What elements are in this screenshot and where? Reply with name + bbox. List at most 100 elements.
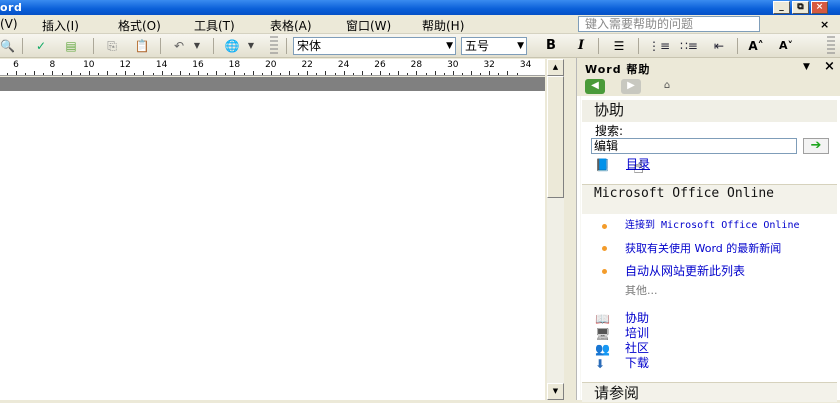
grow-font-button[interactable]: A˄ [745, 37, 767, 55]
menu-format[interactable]: 格式(O) [118, 17, 161, 34]
ruler-margin [0, 77, 545, 91]
ruler-tick [243, 73, 245, 75]
ruler-tick [361, 71, 363, 75]
scroll-up-arrow-icon[interactable]: ▲ [547, 59, 564, 76]
shrink-font-button[interactable]: A˅ [775, 37, 797, 55]
ruler-tick [398, 71, 400, 75]
ruler-number: 12 [119, 60, 131, 70]
online-link-connect[interactable]: 连接到 Microsoft Office Online [625, 221, 830, 231]
paste-icon[interactable]: 📋 [131, 37, 153, 55]
copy-icon[interactable]: ⎘ [101, 37, 123, 55]
online-link-update[interactable]: 自动从网站更新此列表 [625, 265, 745, 277]
menu-table[interactable]: 表格(A) [270, 17, 312, 34]
search-go-arrow-icon[interactable]: ➔ [803, 138, 829, 154]
horizontal-ruler[interactable]: 6 8 10 12 14 16 18 20 22 24 26 28 30 32 34 [0, 59, 545, 76]
decrease-indent-icon[interactable]: ⇤ [708, 37, 730, 55]
ruler-tick [125, 71, 127, 75]
ruler-number: 24 [337, 60, 350, 70]
ruler-tick [234, 71, 236, 75]
training-icon: 🖥 [595, 327, 611, 341]
ruler-tick [343, 71, 345, 75]
bulleted-list-icon[interactable]: ∷≡ [678, 37, 700, 55]
undo-icon[interactable]: ↶ [168, 37, 190, 55]
resource-link-download[interactable]: 下载 [625, 357, 649, 369]
pane-menu-dropdown-icon[interactable]: ▼ [803, 62, 810, 72]
numbered-list-icon[interactable]: ⋮≡ [648, 37, 670, 55]
document-page[interactable] [0, 91, 545, 400]
ruler-tick [334, 73, 336, 75]
ruler-tick [434, 71, 436, 75]
ruler-tick [6, 73, 8, 75]
ruler-tick [43, 73, 45, 75]
back-arrow-icon[interactable]: ◀ [585, 79, 605, 94]
menu-insert[interactable]: 插入(I) [42, 17, 79, 34]
font-name-value: 宋体 [297, 39, 322, 53]
ruler-tick [25, 73, 27, 75]
close-button[interactable]: × [811, 1, 828, 14]
menu-window[interactable]: 窗口(W) [346, 17, 391, 34]
download-icon: ⬇ [595, 357, 606, 371]
menu-help[interactable]: 帮助(H) [422, 17, 464, 34]
online-link-news[interactable]: 获取有关使用 Word 的最新新闻 [625, 243, 835, 254]
resource-link-training[interactable]: 培训 [625, 327, 649, 339]
ruler-tick [380, 71, 381, 75]
vertical-scrollbar[interactable]: ▲ ▼ [547, 59, 564, 400]
ruler-number: 14 [155, 60, 168, 70]
ruler-tick [170, 73, 172, 75]
ruler-tick [16, 71, 17, 75]
align-justify-icon[interactable]: ☰ [608, 37, 630, 55]
ruler-number: 22 [301, 60, 313, 70]
ruler-tick [179, 71, 181, 75]
web-globe-icon[interactable]: 🌐 [220, 37, 244, 55]
ruler-tick [443, 73, 445, 75]
ruler-number: 10 [83, 60, 95, 70]
menu-view[interactable]: (V) [0, 17, 18, 31]
separator [598, 38, 599, 54]
ruler-number: 32 [483, 60, 495, 70]
web-dropdown-icon[interactable]: ▼ [246, 37, 256, 55]
menu-tools[interactable]: 工具(T) [194, 17, 235, 34]
resource-link-assist[interactable]: 协助 [625, 312, 649, 324]
toolbar-grip[interactable] [270, 36, 278, 56]
ruler-tick [79, 73, 81, 75]
undo-dropdown-icon[interactable]: ▼ [192, 37, 202, 55]
ruler-tick [161, 71, 163, 75]
toolbar-grip[interactable] [827, 36, 835, 56]
minimize-button[interactable]: _ [773, 1, 790, 14]
pane-navigation: ◀ ▶ ⌂ [577, 78, 840, 96]
pane-title: Word 帮助 [585, 63, 651, 76]
search-input[interactable]: 编辑 [591, 138, 797, 154]
separator [286, 38, 287, 54]
ruler-number: 30 [447, 60, 459, 70]
print-preview-icon[interactable]: 🔍 [0, 37, 15, 55]
ruler-tick [370, 73, 372, 75]
resource-link-community[interactable]: 社区 [625, 342, 649, 354]
document-close-button[interactable]: × [820, 18, 829, 31]
ruler-tick [289, 71, 290, 75]
scroll-down-arrow-icon[interactable]: ▼ [547, 383, 564, 400]
ruler-tick [252, 71, 254, 75]
font-name-select[interactable]: 宋体 ▼ [293, 37, 456, 55]
bullet-icon [602, 224, 607, 229]
pane-close-button[interactable]: × [824, 59, 835, 74]
scroll-thumb[interactable] [547, 76, 564, 198]
spelling-icon[interactable]: ✓ [30, 37, 52, 55]
separator [160, 38, 161, 54]
restore-button[interactable]: ⧉ [792, 1, 809, 14]
ruler-tick [134, 73, 136, 75]
help-question-input[interactable]: 键入需要帮助的问题 [578, 16, 760, 32]
italic-button[interactable]: I [570, 37, 592, 55]
research-icon[interactable]: ▤ [60, 37, 82, 55]
ruler-tick [416, 71, 418, 75]
font-size-select[interactable]: 五号 ▼ [461, 37, 527, 55]
ruler-number: 34 [519, 60, 532, 70]
forward-arrow-icon[interactable]: ▶ [621, 79, 641, 94]
home-icon[interactable]: ⌂ [657, 79, 677, 94]
ruler-tick [198, 71, 199, 75]
pane-header: Word 帮助 ▼ × [577, 58, 840, 78]
bold-button[interactable]: B [540, 37, 562, 55]
ruler-tick [516, 73, 518, 75]
help-task-pane: Word 帮助 ▼ × ◀ ▶ ⌂ 协助 搜索: 编辑 ➔ 📘 目录 Micro… [576, 58, 840, 402]
more-link[interactable]: 其他... [625, 282, 658, 298]
separator [213, 38, 214, 54]
